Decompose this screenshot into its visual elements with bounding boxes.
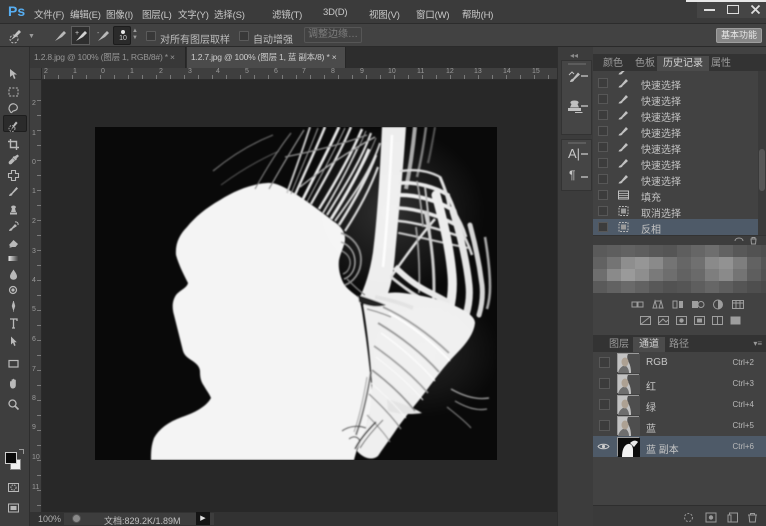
- svg-text:+: +: [75, 30, 79, 37]
- svg-text:-: -: [97, 30, 100, 37]
